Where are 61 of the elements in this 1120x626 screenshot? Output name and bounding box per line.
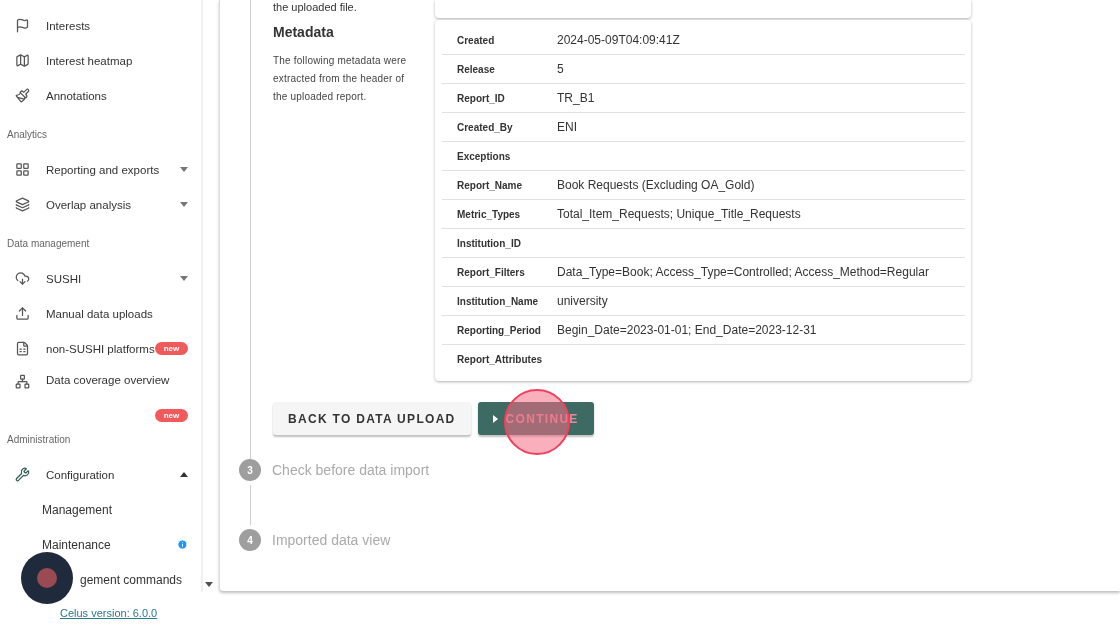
nav-item[interactable]: Configuration bbox=[0, 457, 202, 492]
nav-subitem[interactable]: gement commands bbox=[0, 562, 202, 597]
metadata-key: Report_ID bbox=[442, 92, 557, 104]
upload-icon bbox=[15, 306, 30, 321]
section-heading: Administration bbox=[6, 433, 72, 447]
new-badge: new bbox=[154, 409, 189, 422]
section-heading: Data management bbox=[6, 237, 91, 251]
cloud-download-icon bbox=[15, 271, 30, 286]
metadata-key: Metric_Types bbox=[442, 208, 557, 220]
metadata-value: Begin_Date=2023-01-01; End_Date=2023-12-31 bbox=[557, 323, 817, 337]
metadata-value: university bbox=[557, 294, 608, 308]
new-badge: new bbox=[154, 342, 189, 355]
nav-item[interactable]: Overlap analysis bbox=[0, 187, 202, 222]
step-number: 3 bbox=[239, 459, 261, 481]
metadata-value: 2024-05-09T04:09:41Z bbox=[557, 33, 680, 47]
hierarchy-icon bbox=[15, 374, 30, 389]
layers-icon bbox=[15, 197, 30, 212]
metadata-key: Reporting_Period bbox=[442, 324, 557, 336]
nav-subitem[interactable]: Maintenance bbox=[0, 527, 202, 562]
nav-item[interactable]: non-SUSHI platforms new bbox=[0, 331, 202, 366]
metadata-key: Institution_ID bbox=[442, 237, 557, 249]
metadata-key: Institution_Name bbox=[442, 295, 557, 307]
metadata-value: ENI bbox=[557, 120, 577, 134]
nav-item[interactable]: Reporting and exports bbox=[0, 152, 202, 187]
metadata-key: Exceptions bbox=[442, 150, 557, 162]
metadata-key: Report_Filters bbox=[442, 266, 557, 278]
brush-icon bbox=[15, 88, 30, 103]
flag-icon bbox=[15, 18, 30, 33]
metadata-key: Created bbox=[442, 34, 557, 46]
intro-text: the uploaded file. bbox=[273, 0, 358, 14]
map-icon bbox=[15, 53, 30, 68]
nav-item[interactable]: SUSHI bbox=[0, 261, 202, 296]
record-button[interactable] bbox=[21, 552, 73, 604]
back-button[interactable]: BACK TO DATA UPLOAD bbox=[273, 402, 471, 435]
metadata-value: TR_B1 bbox=[557, 91, 595, 105]
nav-item[interactable]: Manual data uploads bbox=[0, 296, 202, 331]
metadata-value: Book Requests (Excluding OA_Gold) bbox=[557, 178, 755, 192]
metadata-heading: Metadata bbox=[273, 24, 335, 40]
nav-item[interactable]: Interests bbox=[0, 8, 202, 43]
nav-subitem[interactable]: Management bbox=[0, 492, 202, 527]
nav-item[interactable]: Interest heatmap bbox=[0, 43, 202, 78]
metadata-description: The following metadata were extracted from the header of the uploaded report. bbox=[273, 54, 408, 104]
spreadsheet-file-icon bbox=[15, 341, 30, 356]
step-label: Check before data import bbox=[272, 462, 430, 478]
metadata-value: Data_Type=Book; Access_Type=Controlled; Access_Method=Regular bbox=[557, 265, 929, 279]
tools-icon bbox=[15, 467, 30, 482]
grid-icon bbox=[15, 162, 30, 177]
metadata-key: Release bbox=[442, 63, 557, 75]
metadata-value: 5 bbox=[557, 62, 564, 76]
section-heading: Analytics bbox=[6, 128, 48, 142]
version-link[interactable]: Celus version: 6.0.0 bbox=[60, 607, 158, 619]
play-icon bbox=[492, 414, 498, 423]
step-number: 4 bbox=[239, 529, 261, 551]
metadata-key: Report_Name bbox=[442, 179, 557, 191]
nav-item[interactable]: Annotations bbox=[0, 78, 202, 113]
record-dot-icon bbox=[37, 568, 57, 588]
step-label: Imported data view bbox=[272, 532, 391, 548]
scroll-down-icon[interactable] bbox=[205, 582, 214, 587]
metadata-key: Created_By bbox=[442, 121, 557, 133]
metadata-value: Total_Item_Requests; Unique_Title_Requests bbox=[557, 207, 801, 221]
metadata-key: Report_Attributes bbox=[442, 353, 557, 365]
